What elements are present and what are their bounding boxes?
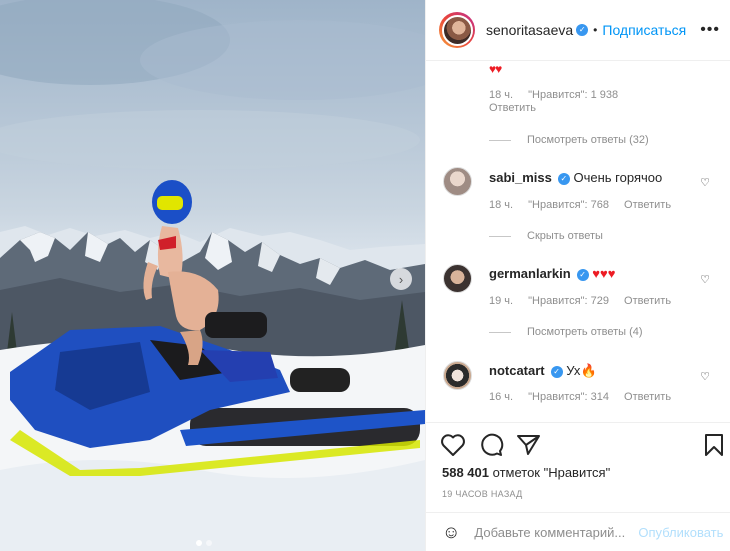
post-header: senoritasaeva ✓ • Подписаться ••• bbox=[426, 0, 730, 61]
comment-time: 19 ч. bbox=[489, 295, 514, 307]
comment-body: germanlarkin ✓ ♥♥♥ bbox=[489, 266, 615, 281]
separator-dot: • bbox=[593, 23, 598, 37]
carousel-indicator bbox=[196, 540, 212, 546]
author-username[interactable]: senoritasaeva bbox=[486, 22, 573, 38]
chevron-right-icon: › bbox=[398, 271, 404, 287]
heart-icon[interactable]: ♡ bbox=[700, 176, 710, 189]
bookmark-icon[interactable] bbox=[703, 433, 725, 457]
more-icon[interactable]: ••• bbox=[700, 22, 720, 38]
carousel-dot bbox=[206, 540, 212, 546]
comment-avatar[interactable] bbox=[443, 264, 472, 293]
reply-time: 18 ч. bbox=[489, 89, 514, 101]
photo-scene bbox=[0, 0, 425, 551]
comment-meta: 18 ч. "Нравится": 768 Ответить bbox=[489, 199, 683, 211]
comment-icon[interactable] bbox=[478, 433, 504, 457]
comment-body: notcatart ✓ Ух🔥 bbox=[489, 363, 597, 379]
verified-icon: ✓ bbox=[576, 268, 589, 281]
comment-body: sabi_miss ✓ Очень горячоо bbox=[489, 170, 662, 185]
comment-time: 16 ч. bbox=[489, 391, 514, 403]
view-replies-button[interactable]: Посмотреть ответы (32) bbox=[489, 134, 649, 146]
carousel-dot bbox=[196, 540, 202, 546]
comment-text: Очень горячоо bbox=[573, 170, 663, 185]
follow-button[interactable]: Подписаться bbox=[602, 22, 686, 38]
comment-text: ♥♥♥ bbox=[592, 266, 616, 281]
post-photo[interactable]: › bbox=[0, 0, 425, 551]
comment-avatar[interactable] bbox=[443, 361, 472, 390]
comment-time: 18 ч. bbox=[489, 199, 514, 211]
heart-icon[interactable]: ♡ bbox=[700, 273, 710, 286]
post-actions: 588 401 отметок "Нравится" 19 ЧАСОВ НАЗА… bbox=[426, 422, 730, 511]
comment-input[interactable] bbox=[474, 524, 635, 540]
view-replies-label: Посмотреть ответы (4) bbox=[527, 326, 643, 338]
comment-likes[interactable]: "Нравится": 768 bbox=[528, 199, 609, 211]
reply-button[interactable]: Ответить bbox=[489, 102, 536, 114]
carousel-next-button[interactable]: › bbox=[390, 268, 412, 290]
comment-likes[interactable]: "Нравится": 314 bbox=[528, 391, 609, 403]
verified-icon: ✓ bbox=[550, 365, 563, 378]
comments-list: ♥♥ 18 ч. "Нравится": 1 938 Ответить Посм… bbox=[426, 62, 730, 422]
comment-text: Ух bbox=[566, 363, 581, 378]
comment-username[interactable]: sabi_miss bbox=[489, 170, 552, 185]
reply-meta: 18 ч. "Нравится": 1 938 bbox=[489, 89, 630, 101]
reply-button[interactable]: Ответить bbox=[624, 199, 671, 211]
author-avatar[interactable] bbox=[439, 12, 475, 48]
publish-button[interactable]: Опубликовать bbox=[638, 525, 723, 540]
smile-icon[interactable]: ☺ bbox=[442, 522, 460, 543]
post-panel: senoritasaeva ✓ • Подписаться ••• ♥♥ 18 … bbox=[425, 0, 730, 551]
hide-replies-label: Скрыть ответы bbox=[527, 230, 603, 242]
reply-button[interactable]: Ответить bbox=[624, 295, 671, 307]
verified-icon: ✓ bbox=[557, 172, 570, 185]
comment-meta: 19 ч. "Нравится": 729 Ответить bbox=[489, 295, 683, 307]
reply-emoji: ♥♥ bbox=[489, 62, 502, 76]
verified-icon: ✓ bbox=[576, 24, 589, 36]
fire-icon: 🔥 bbox=[580, 363, 597, 378]
likes-count[interactable]: 588 401 отметок "Нравится" bbox=[442, 465, 610, 480]
hide-replies-button[interactable]: Скрыть ответы bbox=[489, 230, 603, 242]
heart-icon[interactable] bbox=[440, 433, 466, 457]
heart-icon[interactable]: ♡ bbox=[700, 370, 710, 383]
share-icon[interactable] bbox=[516, 433, 542, 457]
comment-meta: 16 ч. "Нравится": 314 Ответить bbox=[489, 391, 683, 403]
add-comment-bar: ☺ Опубликовать bbox=[426, 512, 730, 551]
view-replies-label: Посмотреть ответы (32) bbox=[527, 134, 649, 146]
comment-likes[interactable]: "Нравится": 729 bbox=[528, 295, 609, 307]
view-replies-button[interactable]: Посмотреть ответы (4) bbox=[489, 326, 643, 338]
reply-likes[interactable]: "Нравится": 1 938 bbox=[528, 89, 618, 101]
comment-avatar[interactable] bbox=[443, 167, 472, 196]
reply-button[interactable]: Ответить bbox=[624, 391, 671, 403]
comment-username[interactable]: germanlarkin bbox=[489, 266, 571, 281]
comment-username[interactable]: notcatart bbox=[489, 363, 545, 378]
post-time[interactable]: 19 ЧАСОВ НАЗАД bbox=[442, 489, 523, 499]
